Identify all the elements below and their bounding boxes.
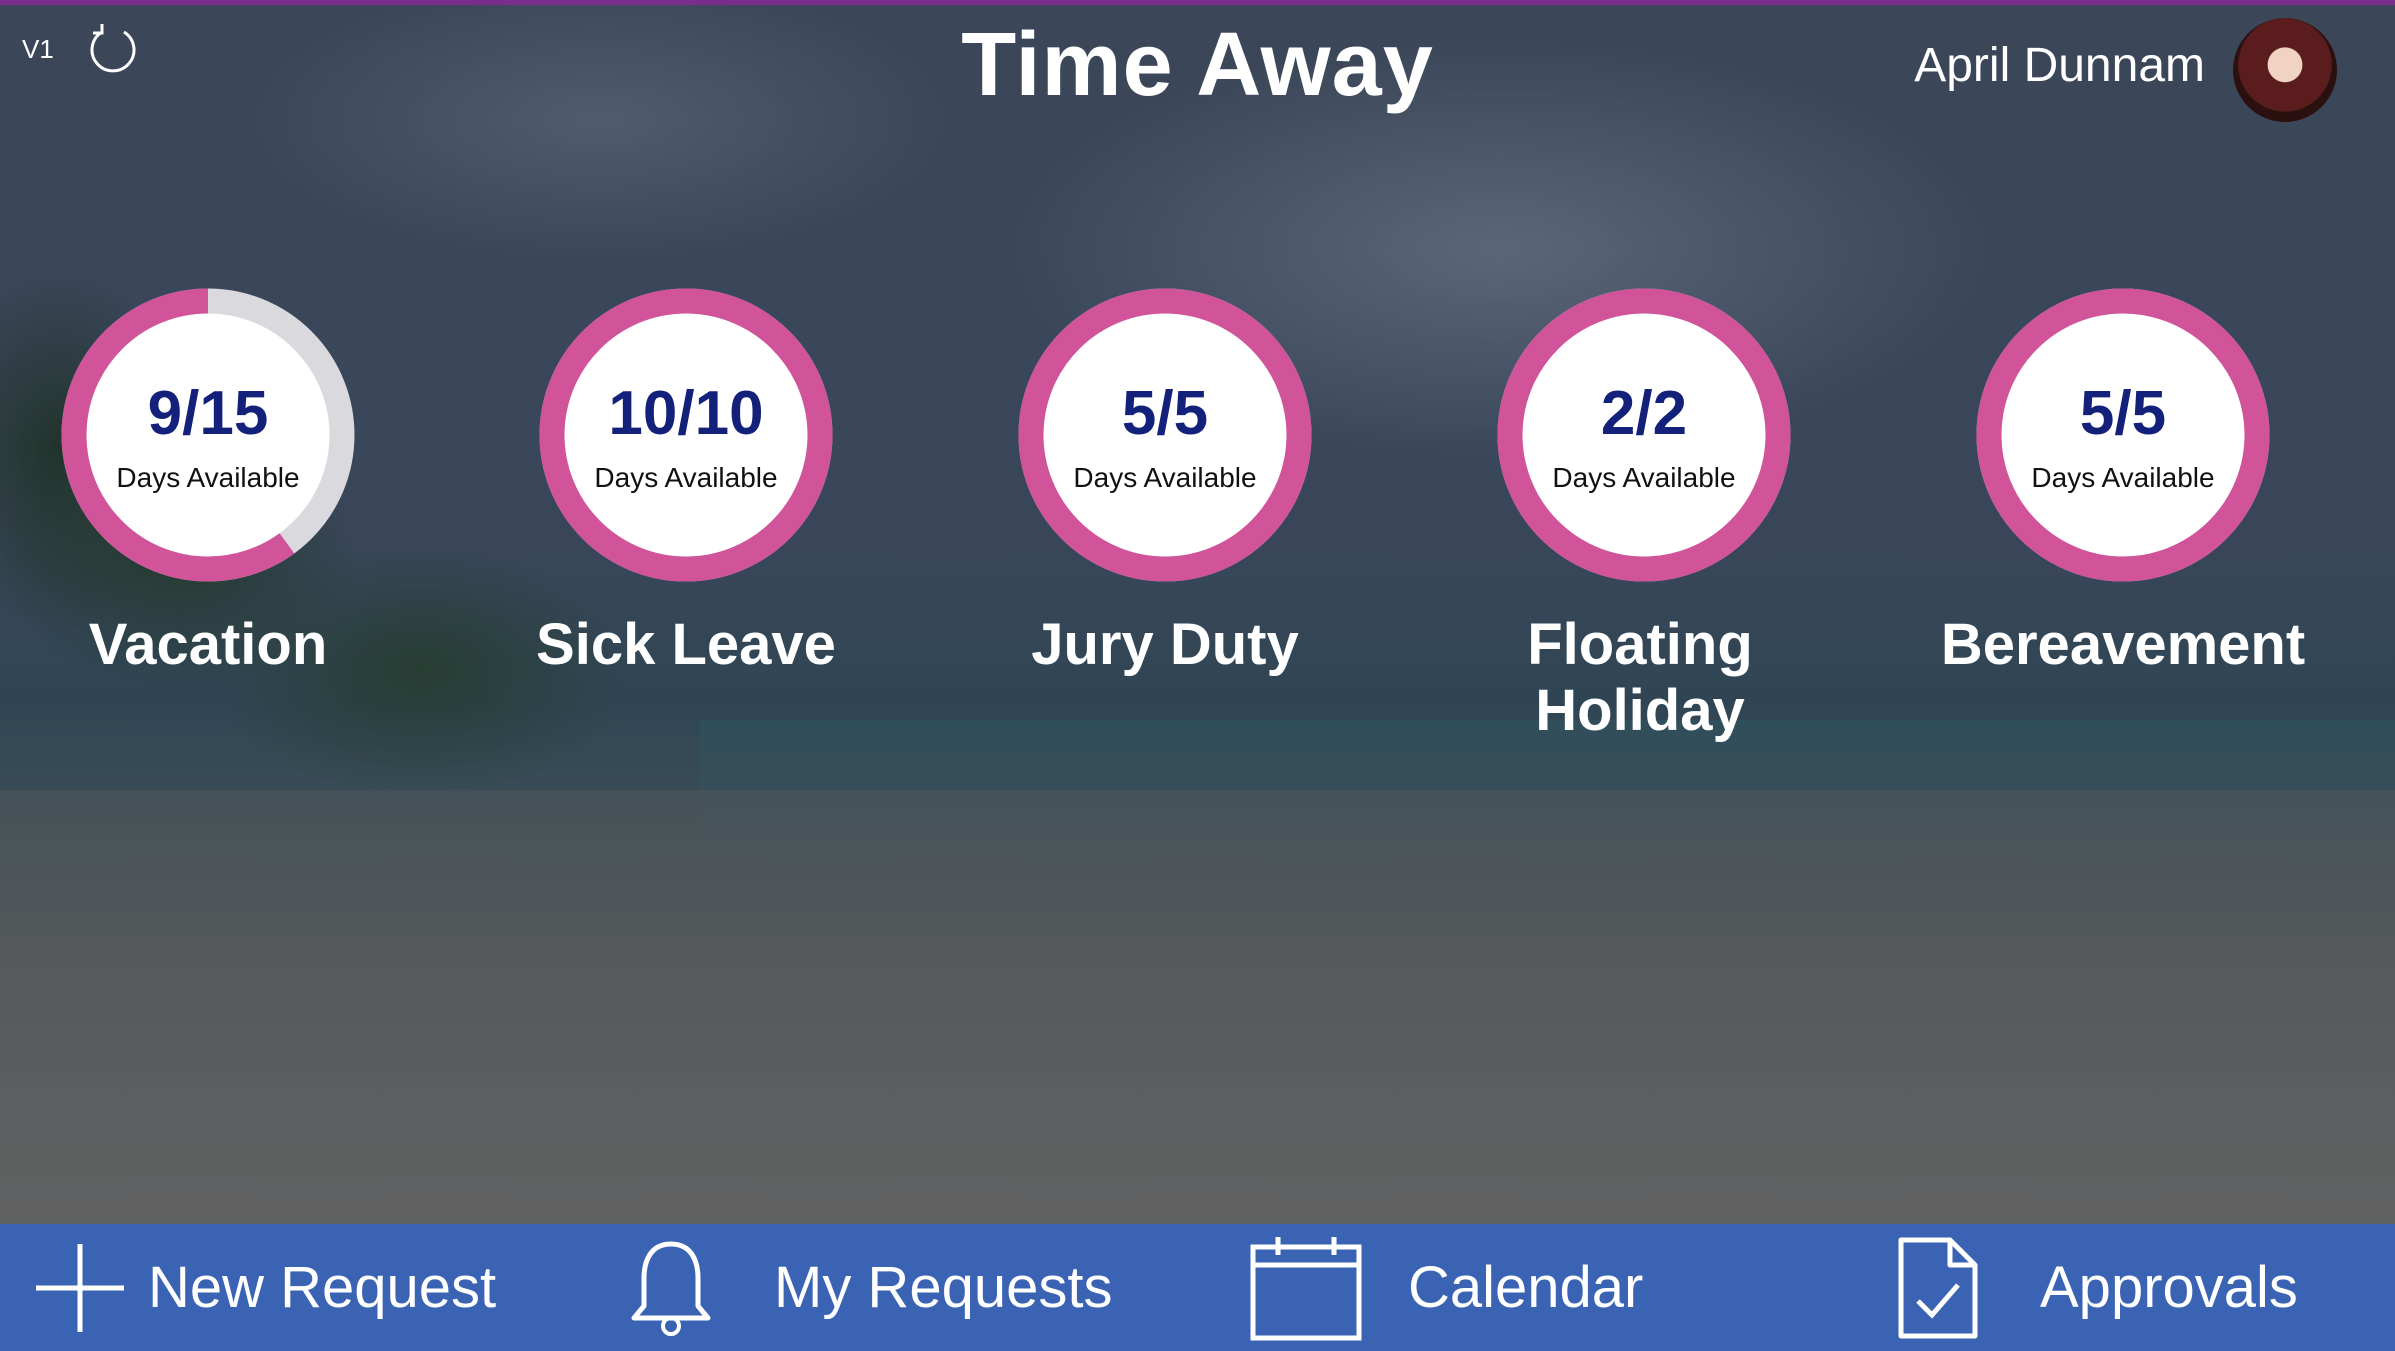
gauge-bereavement: 5/5 Days Available [1976,288,2270,582]
gauge-floating-holiday: 2/2 Days Available [1497,288,1791,582]
gauge-value: 5/5 [1121,379,1209,448]
calendar-button[interactable]: Calendar [1250,1224,1643,1351]
avatar[interactable] [2233,18,2337,122]
category-label-bereavement: Bereavement [1940,612,2306,677]
category-label-jury-duty: Jury Duty [1031,612,1299,677]
document-check-icon [1898,1237,1978,1338]
gauge-sublabel: Days Available [116,462,300,493]
category-label-floating-holiday: Floating Holiday [1527,612,1753,743]
my-requests-button[interactable]: My Requests [628,1224,1112,1351]
my-requests-label: My Requests [774,1255,1113,1320]
gauge-jury-duty: 5/5 Days Available [1018,288,1312,582]
gauge-value: 5/5 [2079,379,2167,448]
calendar-icon [1250,1236,1362,1340]
gauge-sublabel: Days Available [594,462,778,493]
new-request-button[interactable]: New Request [34,1224,496,1351]
gauge-sublabel: Days Available [1552,462,1736,493]
new-request-label: New Request [148,1255,497,1320]
approvals-button[interactable]: Approvals [1898,1224,2298,1351]
gauge-vacation: 9/15 Days Available [61,288,355,582]
gauge-sick-leave: 10/10 Days Available [539,288,833,582]
gauge-value: 10/10 [608,379,764,448]
calendar-label: Calendar [1408,1255,1644,1320]
gauge-sublabel: Days Available [2031,462,2215,493]
plus-icon [36,1243,124,1332]
category-label-sick-leave: Sick Leave [536,612,836,677]
gauge-sublabel: Days Available [1073,462,1257,493]
gauge-value: 2/2 [1600,379,1688,448]
top-accent-bar [0,0,2395,5]
bottom-nav-bar: New Request My Requests Calendar Approva… [0,1224,2395,1351]
bell-icon [631,1241,711,1336]
gauge-value: 9/15 [147,379,269,448]
category-label-vacation: Vacation [88,612,328,677]
approvals-label: Approvals [2040,1255,2298,1320]
user-name: April Dunnam [1914,39,2205,92]
